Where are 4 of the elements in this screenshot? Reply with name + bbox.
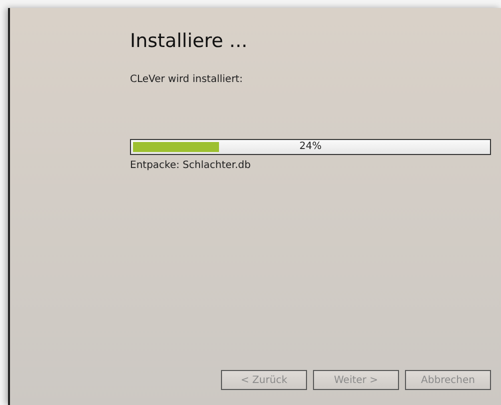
progress-percent: 24%	[298, 141, 323, 152]
page-heading: Installiere ...	[130, 30, 248, 52]
install-message: CLeVer wird installiert:	[130, 74, 244, 85]
status-text: Entpacke: Schlachter.db	[130, 160, 252, 171]
